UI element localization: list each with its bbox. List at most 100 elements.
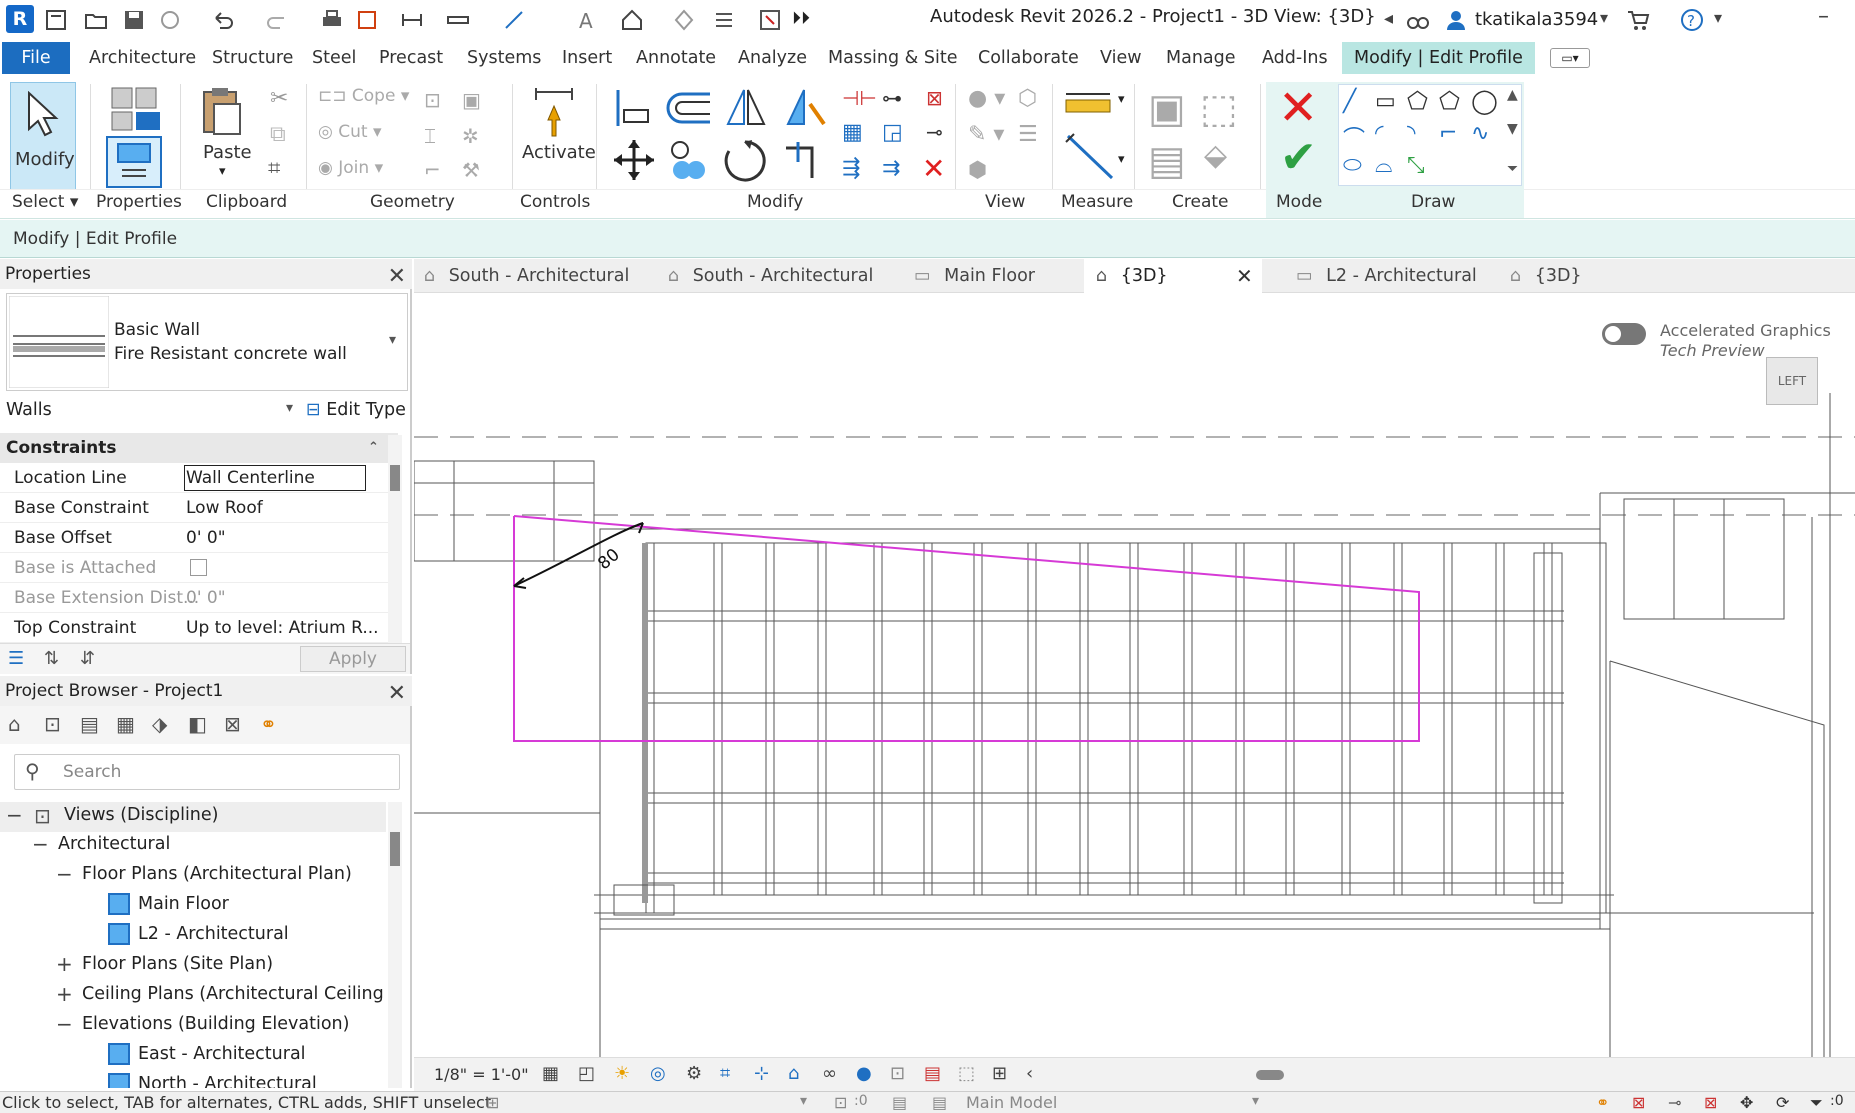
sync-icon[interactable] [158, 8, 182, 32]
crop-view-icon[interactable]: ⌗ [720, 1063, 730, 1084]
background-process-icon[interactable]: ⟳ [1776, 1093, 1789, 1112]
show-crop-icon[interactable]: ⊹ [754, 1063, 769, 1084]
view-scale[interactable]: 1/8" = 1'-0" [434, 1065, 529, 1084]
minimize-icon[interactable]: – [1818, 4, 1829, 29]
tree-node-architectural[interactable]: Architectural [58, 834, 170, 854]
undo-icon[interactable] [212, 8, 236, 32]
pick-lines-icon[interactable]: ⤡ [1407, 153, 1425, 178]
thin-lines-icon[interactable] [712, 8, 736, 32]
aligned-dimension-icon[interactable] [1064, 132, 1120, 182]
split-gap-icon[interactable]: ⊶ [882, 86, 902, 110]
revit-logo[interactable]: R [6, 5, 34, 33]
mirror-pick-axis-icon[interactable] [724, 86, 768, 130]
design-options-icon[interactable]: ▤ [892, 1093, 907, 1112]
tab-steel[interactable]: Steel [306, 42, 362, 74]
tab-precast[interactable]: Precast [373, 42, 449, 74]
browser-scrollbar[interactable] [388, 802, 402, 1088]
type-selector[interactable]: Basic Wall Fire Resistant concrete wall … [6, 293, 408, 391]
tab-3d-active[interactable]: ⌂ {3D} ✕ [1084, 259, 1262, 293]
tree-view-north-architectural[interactable]: North - Architectural [138, 1074, 317, 1088]
copy-icon[interactable]: ⧉ [270, 122, 286, 147]
edit-profile-sketch[interactable] [513, 515, 1420, 742]
start-end-arc-icon[interactable]: ⌒ [1343, 121, 1365, 153]
prop-base-offset[interactable]: Base Offset 0' 0" [0, 523, 398, 553]
tab-l2-architectural[interactable]: ▭ L2 - Architectural [1286, 259, 1496, 293]
properties-scrollbar[interactable] [388, 435, 402, 643]
open-folder-icon[interactable] [84, 8, 108, 32]
linework-icon[interactable]: ☰ [1018, 122, 1038, 147]
create-assembly-icon[interactable]: ⬚ [1200, 86, 1238, 132]
collapse-icon[interactable]: − [32, 832, 49, 856]
move-icon[interactable] [612, 138, 656, 182]
tab-view[interactable]: View [1094, 42, 1148, 74]
copy-element-icon[interactable] [666, 138, 710, 182]
design-option-icon[interactable]: ▤ [932, 1093, 947, 1112]
tab-collaborate[interactable]: Collaborate [972, 42, 1085, 74]
tree-node-ceiling-plans[interactable]: Ceiling Plans (Architectural Ceiling Pla [82, 984, 386, 1004]
rotate-icon[interactable] [722, 138, 768, 184]
horizontal-scrollbar[interactable] [1044, 1066, 1824, 1084]
create-similar-icon[interactable]: ⬙ [1204, 138, 1227, 173]
constraints-section[interactable]: Constraints ⌃ [0, 433, 398, 463]
type-dropdown-icon[interactable]: ▾ [389, 332, 396, 348]
override-graphics-icon[interactable]: ✎ ▾ [968, 122, 1004, 147]
modify-button[interactable]: Modify [10, 82, 76, 190]
properties-button[interactable] [106, 136, 162, 188]
center-arc-icon[interactable]: ◜ [1375, 121, 1384, 146]
edit-type-button[interactable]: ⊟ Edit Type [306, 400, 406, 420]
dimension-icon[interactable] [446, 8, 470, 32]
rendering-icon[interactable]: ⚙ [686, 1063, 702, 1084]
unpin-icon[interactable]: ⊠ [926, 86, 943, 110]
reveal-hidden-icon[interactable]: ● [856, 1063, 872, 1084]
select-links-icon[interactable]: ⚭ [1596, 1093, 1609, 1112]
scroll-down-icon[interactable]: ▼ [1507, 121, 1518, 137]
binoculars-icon[interactable] [1406, 8, 1430, 32]
paint-icon[interactable]: ▣ [462, 88, 481, 112]
tree-view-east-architectural[interactable]: East - Architectural [138, 1044, 306, 1064]
scroll-left-icon[interactable]: ‹ [1026, 1063, 1033, 1084]
tab-main-floor[interactable]: ▭ Main Floor [902, 259, 1080, 293]
trim-extend-icon[interactable] [782, 138, 826, 182]
collapse-icon[interactable]: − [56, 862, 73, 886]
help-icon[interactable]: ? [1680, 8, 1704, 32]
model-drawing[interactable]: 80 [414, 293, 1855, 1063]
expand-icon[interactable]: + [56, 982, 73, 1006]
3d-view-canvas[interactable]: 80 Accelerated Graphics Tech Preview LEF… [414, 293, 1855, 1063]
close-windows-icon[interactable] [758, 8, 782, 32]
paste-label[interactable]: Paste [203, 142, 252, 163]
cut-icon[interactable]: ✂ [270, 86, 288, 111]
activate-label[interactable]: Activate [522, 142, 596, 163]
close-icon[interactable]: ✕ [388, 679, 406, 709]
sheets-icon[interactable]: ⊡ [44, 712, 61, 736]
user-name[interactable]: tkatikala3594 [1475, 9, 1598, 30]
tab-south-architectural-2[interactable]: ⌂ South - Architectural [658, 259, 898, 293]
create-parts-icon[interactable]: ▤ [1148, 138, 1186, 184]
expand-gallery-icon[interactable]: ⏷ [1507, 161, 1518, 177]
accelerated-graphics-toggle[interactable] [1602, 323, 1646, 345]
hammer-icon[interactable]: ⚒ [462, 158, 480, 182]
home-icon[interactable] [44, 8, 68, 32]
tab-massing-site[interactable]: Massing & Site [822, 42, 964, 74]
sort-ascending-icon[interactable]: ⇅ [44, 648, 59, 669]
tree-node-site-plans[interactable]: Floor Plans (Site Plan) [82, 954, 273, 974]
array-icon[interactable]: ▦ [842, 120, 863, 145]
chevron-down-icon[interactable]: ▾ [1600, 8, 1608, 27]
visual-style-icon[interactable]: ◰ [578, 1063, 595, 1084]
save-icon[interactable] [122, 8, 146, 32]
viewcube[interactable]: LEFT [1766, 357, 1818, 405]
schedules-icon[interactable]: ▤ [80, 712, 99, 736]
more-tools-icon[interactable]: ⏵⏵ [792, 8, 810, 29]
temp-view-props-icon[interactable]: ⊡ [890, 1063, 905, 1084]
type-properties-icon[interactable] [108, 84, 164, 134]
revit-links-icon[interactable]: ⚭ [260, 712, 277, 736]
angle-dimension-value[interactable]: 80 [594, 545, 623, 574]
line-icon[interactable]: ╱ [1343, 89, 1356, 114]
unjoin-icon[interactable]: ⌐ [424, 158, 441, 182]
align-icon[interactable] [612, 88, 652, 128]
constraints-icon[interactable]: ⊞ [992, 1063, 1007, 1084]
hide-element-icon[interactable]: ● ▾ [968, 86, 1005, 111]
view-box-icon[interactable]: ⬡ [1018, 86, 1037, 111]
sort-descending-icon[interactable]: ⇵ [80, 648, 95, 669]
select-pinned-icon[interactable]: ⊸ [1668, 1093, 1681, 1112]
select-underlay-icon[interactable]: ⊠ [1632, 1093, 1645, 1112]
